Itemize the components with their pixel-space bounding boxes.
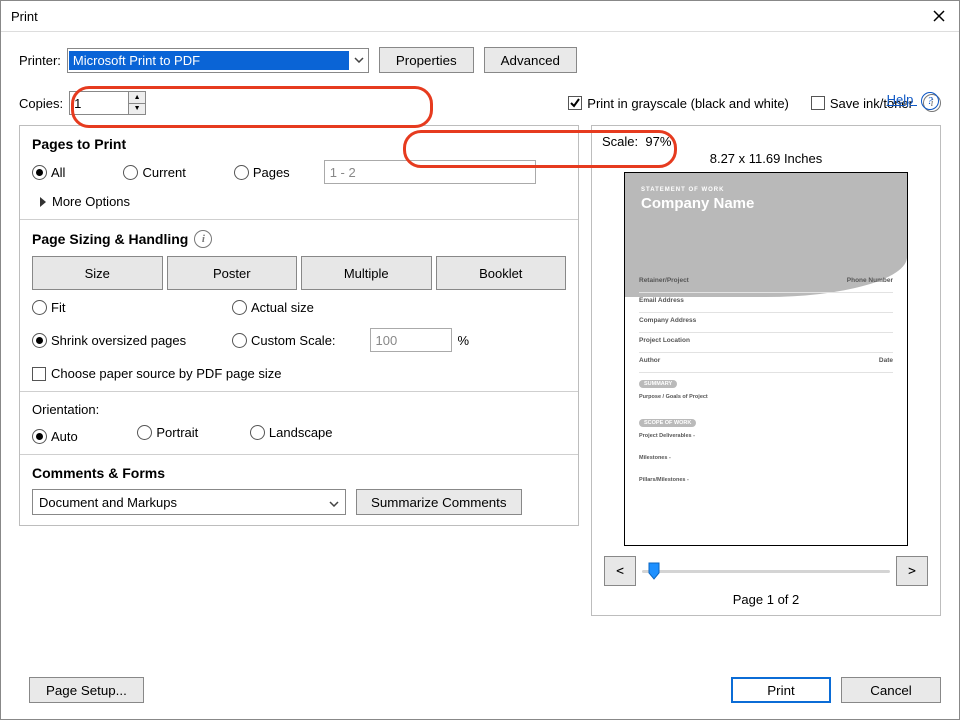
- next-page-button[interactable]: >: [896, 556, 928, 586]
- custom-scale-input[interactable]: [370, 328, 452, 352]
- radio-actual-label: Actual size: [251, 300, 314, 315]
- checkbox-icon: [568, 96, 582, 110]
- slider-thumb-icon[interactable]: [646, 561, 662, 584]
- pv-date: Date: [879, 357, 893, 364]
- radio-landscape[interactable]: Landscape: [250, 425, 333, 440]
- close-icon[interactable]: [929, 6, 949, 26]
- preview-company: Company Name: [641, 195, 907, 212]
- radio-pages[interactable]: Pages: [234, 165, 290, 180]
- radio-fit[interactable]: Fit: [32, 300, 65, 315]
- help-label: Help: [887, 92, 914, 107]
- page-range-input[interactable]: [324, 160, 536, 184]
- pv-milestones: Milestones -: [639, 451, 893, 473]
- pv-summary-pill: SUMMARY: [639, 380, 677, 388]
- pv-author: Author: [639, 357, 660, 364]
- radio-shrink-label: Shrink oversized pages: [51, 333, 186, 348]
- print-button[interactable]: Print: [731, 677, 831, 703]
- radio-custom[interactable]: Custom Scale:: [232, 333, 336, 348]
- grayscale-checkbox[interactable]: Print in grayscale (black and white): [568, 96, 789, 111]
- page-setup-button[interactable]: Page Setup...: [29, 677, 144, 703]
- radio-pages-label: Pages: [253, 165, 290, 180]
- copies-down-icon[interactable]: ▼: [129, 104, 145, 115]
- radio-custom-label: Custom Scale:: [251, 333, 336, 348]
- choose-source-checkbox[interactable]: Choose paper source by PDF page size: [32, 366, 566, 381]
- poster-button[interactable]: Poster: [167, 256, 298, 290]
- radio-auto[interactable]: Auto: [32, 429, 78, 444]
- copies-input[interactable]: [70, 92, 128, 114]
- page-status: Page 1 of 2: [596, 592, 936, 607]
- copies-label: Copies:: [19, 96, 63, 111]
- info-icon[interactable]: i: [194, 230, 212, 248]
- pv-email: Email Address: [639, 293, 893, 313]
- pv-retainer: Retainer/Project: [639, 277, 689, 284]
- summarize-button[interactable]: Summarize Comments: [356, 489, 522, 515]
- pv-purpose: Purpose / Goals of Project: [639, 390, 893, 412]
- pv-deliv: Project Deliverables -: [639, 429, 893, 451]
- scale-value: 97%: [645, 134, 671, 149]
- multiple-button[interactable]: Multiple: [301, 256, 432, 290]
- comments-heading: Comments & Forms: [32, 465, 566, 481]
- sizing-heading: Page Sizing & Handling: [32, 231, 188, 247]
- printer-selected: Microsoft Print to PDF: [69, 51, 349, 70]
- comments-selected: Document and Markups: [39, 495, 177, 510]
- window-title: Print: [11, 9, 929, 24]
- pv-scope-pill: SCOPE OF WORK: [639, 419, 696, 427]
- radio-landscape-label: Landscape: [269, 425, 333, 440]
- properties-button[interactable]: Properties: [379, 47, 474, 73]
- radio-portrait-label: Portrait: [156, 425, 198, 440]
- chevron-down-icon: [329, 495, 339, 510]
- radio-actual[interactable]: Actual size: [232, 300, 314, 315]
- pages-heading: Pages to Print: [32, 136, 566, 152]
- copies-stepper[interactable]: ▲ ▼: [69, 91, 146, 115]
- help-icon: ?: [921, 92, 939, 110]
- booklet-button[interactable]: Booklet: [436, 256, 567, 290]
- size-button[interactable]: Size: [32, 256, 163, 290]
- radio-auto-label: Auto: [51, 429, 78, 444]
- chevron-down-icon: [350, 57, 368, 63]
- scale-label: Scale:: [602, 134, 638, 149]
- printer-label: Printer:: [19, 53, 61, 68]
- orientation-heading: Orientation:: [32, 402, 566, 417]
- pv-addr: Company Address: [639, 313, 893, 333]
- preview-sow: STATEMENT OF WORK: [641, 187, 907, 193]
- slider-track: [642, 570, 890, 573]
- radio-all-label: All: [51, 165, 65, 180]
- page-preview: STATEMENT OF WORK Company Name Retainer/…: [624, 172, 908, 546]
- percent-label: %: [458, 333, 470, 348]
- checkbox-icon: [811, 96, 825, 110]
- help-link[interactable]: Help ?: [887, 92, 939, 110]
- pv-risks: Pillars/Milestones -: [639, 473, 893, 495]
- prev-page-button[interactable]: <: [604, 556, 636, 586]
- pv-loc: Project Location: [639, 333, 893, 353]
- more-options-toggle[interactable]: More Options: [40, 194, 566, 209]
- radio-shrink[interactable]: Shrink oversized pages: [32, 333, 186, 348]
- grayscale-label: Print in grayscale (black and white): [587, 96, 789, 111]
- radio-portrait[interactable]: Portrait: [137, 425, 198, 440]
- triangle-right-icon: [40, 197, 46, 207]
- advanced-button[interactable]: Advanced: [484, 47, 577, 73]
- choose-source-label: Choose paper source by PDF page size: [51, 366, 282, 381]
- cancel-button[interactable]: Cancel: [841, 677, 941, 703]
- copies-up-icon[interactable]: ▲: [129, 92, 145, 104]
- radio-fit-label: Fit: [51, 300, 65, 315]
- checkbox-icon: [32, 367, 46, 381]
- page-slider[interactable]: [642, 561, 890, 581]
- radio-current-label: Current: [142, 165, 185, 180]
- printer-dropdown[interactable]: Microsoft Print to PDF: [67, 48, 369, 73]
- more-options-label: More Options: [52, 194, 130, 209]
- page-dimensions: 8.27 x 11.69 Inches: [596, 151, 936, 166]
- pv-phone: Phone Number: [847, 277, 893, 284]
- radio-all[interactable]: All: [32, 165, 65, 180]
- radio-current[interactable]: Current: [123, 165, 185, 180]
- comments-dropdown[interactable]: Document and Markups: [32, 489, 346, 515]
